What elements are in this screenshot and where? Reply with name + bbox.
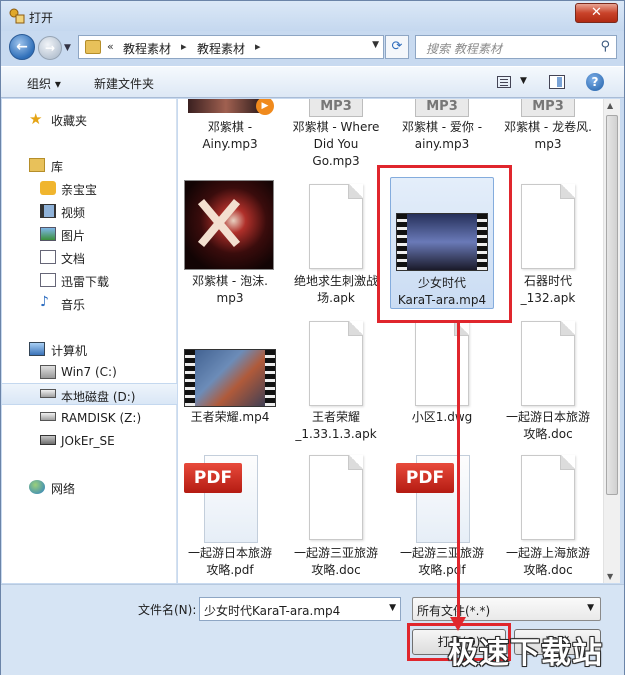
music-note-icon: ♪ [40, 294, 49, 310]
filetype-dropdown-icon[interactable]: ▼ [587, 603, 594, 613]
window-title: 打开 [29, 11, 54, 25]
close-button[interactable]: ✕ [575, 3, 618, 23]
view-dropdown-icon[interactable]: ▼ [520, 76, 527, 86]
address-bar[interactable]: « 教程素材 ▸ 教程素材 ▸ ▼ [78, 35, 384, 59]
search-input[interactable]: 搜索 教程素材 ⚲ [415, 35, 617, 59]
file-item[interactable]: PDF 一起游日本旅游 攻略.pdf [178, 455, 282, 583]
chevron-right-icon[interactable]: ▸ [255, 40, 261, 53]
address-dropdown-icon[interactable]: ▼ [372, 40, 379, 50]
computer-icon [29, 342, 45, 356]
new-folder-button[interactable]: 新建文件夹 [94, 75, 154, 92]
apk-file-icon [309, 321, 363, 406]
command-bar: 组织 ▾ 新建文件夹 ▼ ? [1, 66, 624, 98]
usb-drive-icon [40, 435, 56, 445]
navigation-bar: ← → ▼ « 教程素材 ▸ 教程素材 ▸ ▼ ⟳ 搜索 教程素材 ⚲ [1, 31, 624, 63]
apk-file-icon [309, 184, 363, 269]
dwg-file-icon [415, 321, 469, 406]
file-item[interactable]: 王者荣耀 _1.33.1.3.apk [284, 321, 388, 451]
file-item[interactable]: 绝地求生刺激战 场.apk [284, 179, 388, 309]
doc-file-icon [521, 455, 575, 540]
pdf-file-icon: PDF [396, 455, 476, 545]
download-folder-icon [40, 273, 56, 287]
change-view-icon[interactable] [497, 76, 511, 88]
organize-button[interactable]: 组织 ▾ [27, 75, 61, 92]
album-thumbnail [188, 99, 264, 113]
library-icon [29, 158, 45, 172]
sidebar-item-music[interactable]: ♪ 音乐 [2, 292, 177, 314]
file-item[interactable]: 小区1.dwg [390, 321, 494, 431]
filename-input[interactable]: 少女时代KaraT-ara.mp4 ▼ [199, 597, 401, 621]
apk-file-icon [521, 184, 575, 269]
chevron-right-icon[interactable]: ▸ [181, 40, 187, 53]
app-icon [9, 8, 25, 24]
scroll-up-icon[interactable]: ▲ [607, 101, 613, 110]
file-item[interactable]: MP3 邓紫棋 - 龙卷风. mp3 [496, 99, 600, 157]
path-overflow-chevron[interactable]: « [107, 40, 114, 53]
hard-drive-icon [40, 412, 56, 421]
doc-file-icon [521, 321, 575, 406]
open-file-dialog: 打开 ✕ ← → ▼ « 教程素材 ▸ 教程素材 ▸ ▼ ⟳ 搜索 教程素材 ⚲… [0, 0, 625, 675]
windows-drive-icon [40, 365, 56, 379]
highlight-box-selected-file [377, 165, 512, 323]
forward-button[interactable]: → [38, 36, 62, 60]
file-item[interactable]: 一起游日本旅游 攻略.doc [496, 321, 600, 451]
file-item[interactable]: PDF 一起游三亚旅游 攻略.pdf [390, 455, 494, 583]
video-thumbnail [184, 349, 276, 407]
file-item[interactable]: 一起游上海旅游 攻略.doc [496, 455, 600, 583]
refresh-button[interactable]: ⟳ [385, 35, 409, 59]
file-item[interactable]: 邓紫棋 - 泡沫. mp3 [178, 179, 282, 309]
qinbaobao-icon [40, 181, 56, 195]
back-button[interactable]: ← [9, 34, 35, 60]
star-icon: ★ [29, 110, 43, 128]
sidebar-item-libraries[interactable]: 库 [2, 154, 177, 176]
sidebar-item-favorites[interactable]: ★ 收藏夹 [2, 108, 177, 130]
media-play-badge-icon: ▶ [256, 99, 274, 115]
filename-dropdown-icon[interactable]: ▼ [389, 603, 396, 613]
scrollbar-thumb[interactable] [606, 115, 618, 495]
hard-drive-icon [40, 389, 56, 398]
sidebar-item-computer[interactable]: 计算机 [2, 338, 177, 360]
breadcrumb-segment[interactable]: 教程素材 [123, 40, 171, 57]
search-icon[interactable]: ⚲ [600, 39, 610, 54]
mp3-file-icon: MP3 [415, 99, 469, 117]
file-item[interactable]: 一起游三亚旅游 攻略.doc [284, 455, 388, 583]
help-icon[interactable]: ? [586, 73, 604, 91]
pdf-file-icon: PDF [184, 455, 264, 545]
file-item[interactable]: MP3 邓紫棋 - 爱你 - ainy.mp3 [390, 99, 494, 157]
sidebar-item-drive-d[interactable]: 本地磁盘 (D:) [2, 383, 177, 405]
filetype-select[interactable]: 所有文件(*.*) ▼ [412, 597, 601, 621]
document-icon [40, 250, 56, 264]
annotation-arrow [457, 321, 460, 623]
sidebar-item-network[interactable]: 网络 [2, 476, 177, 498]
filename-label: 文件名(N): [138, 603, 197, 617]
file-item[interactable]: 王者荣耀.mp4 [178, 321, 282, 431]
watermark: 极速下载站 [448, 636, 603, 671]
scroll-down-icon[interactable]: ▼ [607, 572, 613, 581]
sidebar-item-thunder-downloads[interactable]: 迅雷下载 [2, 269, 177, 291]
file-item[interactable]: ▶ 邓紫棋 - Ainy.mp3 [178, 99, 282, 157]
sidebar-item-videos[interactable]: 视频 [2, 200, 177, 222]
breadcrumb-segment[interactable]: 教程素材 [197, 40, 245, 57]
sidebar-item-drive-z[interactable]: RAMDISK (Z:) [2, 407, 177, 429]
preview-pane-icon[interactable] [549, 75, 565, 89]
network-globe-icon [29, 480, 45, 494]
sidebar-item-pictures[interactable]: 图片 [2, 223, 177, 245]
vertical-scrollbar[interactable]: ▲ ▼ [603, 99, 620, 583]
sidebar-item-drive-c[interactable]: Win7 (C:) [2, 361, 177, 383]
mp3-file-icon: MP3 [521, 99, 575, 117]
sidebar-item-qinbaobao[interactable]: 亲宝宝 [2, 177, 177, 199]
doc-file-icon [309, 455, 363, 540]
recent-locations-dropdown-icon[interactable]: ▼ [64, 43, 71, 53]
title-bar: 打开 ✕ [1, 1, 624, 31]
picture-icon [40, 227, 56, 241]
folder-icon [85, 40, 101, 54]
sidebar-item-documents[interactable]: 文档 [2, 246, 177, 268]
album-art-thumbnail [184, 180, 274, 270]
video-icon [40, 204, 56, 218]
navigation-pane: ★ 收藏夹 库 亲宝宝 视频 图片 文档 迅雷下载 ♪ 音乐 计算机 Win7 … [2, 99, 177, 583]
mp3-file-icon: MP3 [309, 99, 363, 117]
file-item[interactable]: MP3 邓紫棋 - Where Did You Go.mp3 [284, 99, 388, 175]
sidebar-item-joker-se[interactable]: JOkEr_SE [2, 430, 177, 452]
search-placeholder: 搜索 教程素材 [426, 42, 502, 56]
